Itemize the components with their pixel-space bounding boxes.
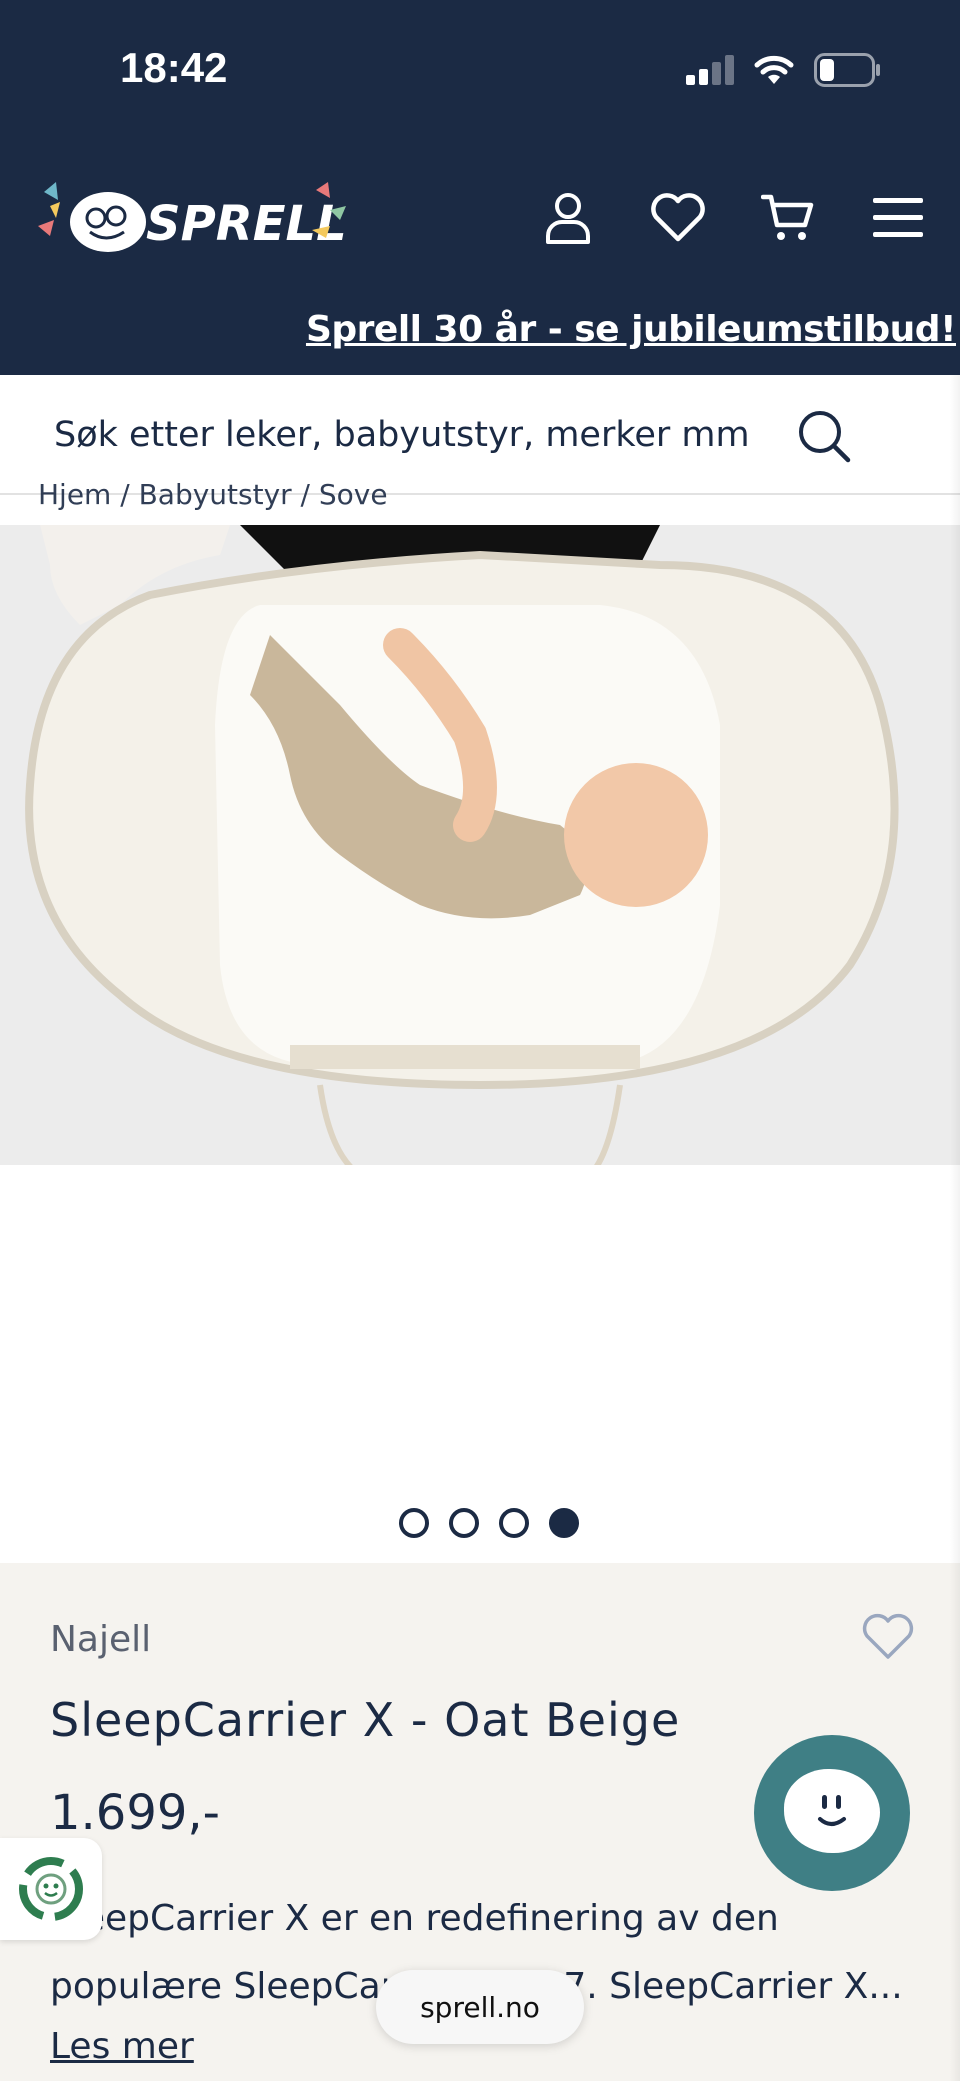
site-header: SPRELL (0, 140, 960, 295)
promo-banner: Sprell 30 år - se jubileumstilbud! (0, 295, 960, 375)
battery-icon (814, 53, 880, 87)
status-icons (686, 52, 880, 88)
account-button[interactable] (540, 190, 596, 246)
gallery-pagination (0, 1508, 960, 1538)
gallery-dot[interactable] (499, 1508, 529, 1538)
header-actions (540, 190, 926, 246)
gallery-dot[interactable] (449, 1508, 479, 1538)
gallery-dot[interactable] (399, 1508, 429, 1538)
menu-button[interactable] (870, 190, 926, 246)
heart-icon (651, 193, 705, 242)
wishlist-button[interactable] (650, 190, 706, 246)
search-icon[interactable] (796, 408, 852, 464)
signal-icon (686, 55, 734, 85)
eco-badge[interactable] (0, 1838, 102, 1940)
favorite-heart-icon[interactable] (862, 1613, 914, 1661)
status-bar: 18:42 (0, 0, 960, 140)
product-photo (0, 525, 960, 1165)
browser-url-bar[interactable]: sprell.no (376, 1970, 584, 2044)
product-price: 1.699,- (50, 1785, 220, 1841)
breadcrumb[interactable]: Hjem / Babyutstyr / Sove (38, 478, 388, 511)
chat-icon (784, 1769, 880, 1853)
cart-icon (761, 194, 814, 240)
recycle-icon (19, 1857, 83, 1921)
read-more-link[interactable]: Les mer (50, 2026, 194, 2067)
sprell-logo[interactable]: SPRELL (34, 170, 364, 260)
description-line: SleepCarrier X er en redefinering av den (50, 1898, 779, 1939)
cart-button[interactable] (760, 190, 816, 246)
product-brand[interactable]: Najell (50, 1619, 151, 1660)
wifi-icon (754, 55, 794, 84)
chat-button[interactable] (754, 1735, 910, 1891)
page-edge-shadow (950, 375, 960, 2081)
menu-icon (873, 198, 923, 237)
svg-text:SPRELL: SPRELL (146, 196, 347, 252)
status-time: 18:42 (120, 44, 228, 91)
gallery-dot-active[interactable] (549, 1508, 579, 1538)
search-input[interactable]: Søk etter leker, babyutstyr, merker mm (54, 415, 750, 455)
promo-link[interactable]: Sprell 30 år - se jubileumstilbud! (306, 309, 957, 350)
url-text: sprell.no (420, 1990, 540, 2024)
product-title: SleepCarrier X - Oat Beige (50, 1693, 681, 1747)
user-icon (546, 193, 590, 244)
product-image[interactable] (0, 525, 960, 1165)
